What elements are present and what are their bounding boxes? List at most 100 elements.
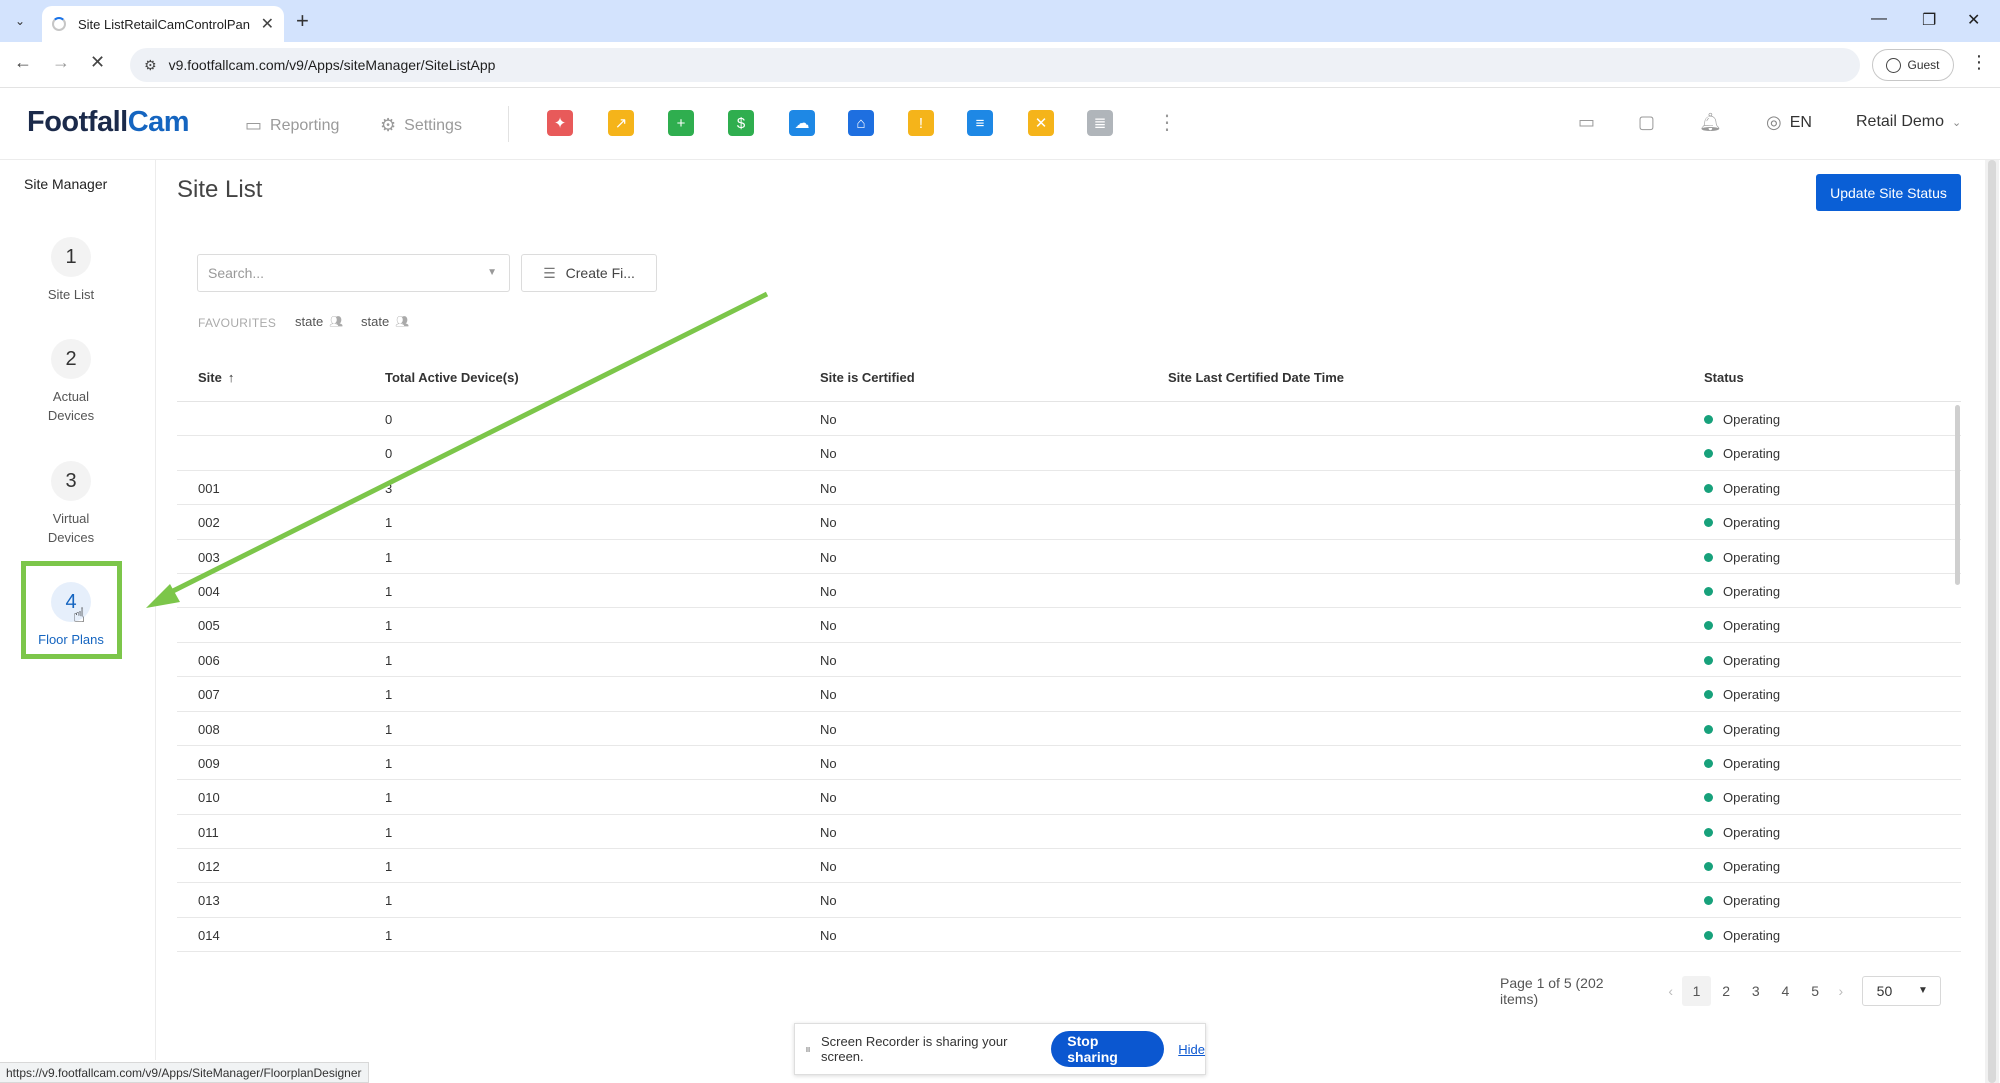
table-row[interactable]: 011 1 No Operating bbox=[177, 815, 1961, 850]
sort-ascending-icon[interactable]: ↑ bbox=[228, 370, 235, 385]
table-row[interactable]: 0 No Operating bbox=[177, 436, 1961, 471]
hand-cursor-icon: ☝ bbox=[73, 605, 86, 627]
page-button[interactable]: 3 bbox=[1741, 976, 1771, 1006]
close-window-button[interactable]: ✕ bbox=[1967, 10, 1980, 30]
cell-total-active-devices: 3 bbox=[385, 480, 393, 496]
column-status[interactable]: Status bbox=[1704, 370, 1744, 385]
favourite-chip[interactable]: state 👥︎ bbox=[295, 314, 343, 329]
cell-site-is-certified: No bbox=[820, 549, 837, 565]
table-row[interactable]: 007 1 No Operating bbox=[177, 677, 1961, 712]
table-row[interactable]: 0 No Operating bbox=[177, 402, 1961, 437]
favourite-chip[interactable]: state 👥︎ bbox=[361, 314, 409, 329]
more-apps-icon[interactable]: ⋮ bbox=[1157, 110, 1177, 135]
stop-sharing-button[interactable]: Stop sharing bbox=[1051, 1031, 1165, 1067]
bell-icon[interactable]: 🔔︎ bbox=[1699, 112, 1722, 133]
table-row[interactable]: 014 1 No Operating bbox=[177, 918, 1961, 953]
search-input[interactable]: Search... ▼ bbox=[197, 254, 510, 292]
table-row[interactable]: 008 1 No Operating bbox=[177, 712, 1961, 746]
loading-spinner-icon bbox=[52, 17, 66, 31]
column-site-is-certified[interactable]: Site is Certified bbox=[820, 370, 915, 385]
restore-button[interactable]: ❐ bbox=[1922, 10, 1936, 30]
table-row[interactable]: 009 1 No Operating bbox=[177, 746, 1961, 781]
chat-icon[interactable]: ▢ bbox=[1638, 112, 1655, 133]
user-menu[interactable]: Retail Demo ⌄ bbox=[1856, 113, 1961, 131]
cell-total-active-devices: 1 bbox=[385, 583, 393, 599]
calendar-icon: ▭ bbox=[245, 115, 263, 135]
table-row[interactable]: 013 1 No Operating bbox=[177, 883, 1961, 918]
table-row[interactable]: 004 1 No Operating bbox=[177, 574, 1961, 609]
forward-icon[interactable]: → bbox=[52, 52, 70, 73]
drag-handle-icon[interactable]: ⏸ bbox=[805, 1042, 811, 1057]
cell-total-active-devices: 1 bbox=[385, 687, 393, 703]
page-button[interactable]: 1 bbox=[1681, 976, 1712, 1006]
browser-menu-icon[interactable]: ⋮ bbox=[1970, 52, 1988, 73]
table-scrollbar[interactable] bbox=[1955, 405, 1960, 585]
profile-button[interactable]: Guest bbox=[1872, 49, 1954, 81]
address-url[interactable]: v9.footfallcam.com/v9/Apps/siteManager/S… bbox=[169, 57, 496, 73]
footfallcam-logo[interactable]: FootfallCam bbox=[27, 106, 190, 139]
cell-site: 006 bbox=[198, 652, 220, 668]
calendar-add-icon[interactable]: + bbox=[668, 110, 694, 136]
cell-status: Operating bbox=[1704, 825, 1780, 840]
table-row[interactable]: 005 1 No Operating bbox=[177, 608, 1961, 643]
new-tab-button[interactable]: + bbox=[296, 8, 309, 34]
page-button[interactable]: 5 bbox=[1800, 976, 1830, 1006]
home-icon[interactable]: ⌂ bbox=[848, 110, 874, 136]
back-icon[interactable]: ← bbox=[14, 52, 32, 73]
sidebar-item-site-list[interactable]: 1 Site List bbox=[0, 237, 142, 304]
page-button[interactable]: 2 bbox=[1711, 976, 1741, 1006]
site-info-icon[interactable]: ⚙ bbox=[144, 57, 157, 74]
status-dot-icon bbox=[1704, 862, 1713, 872]
status-text: Operating bbox=[1723, 859, 1781, 875]
status-dot-icon bbox=[1704, 930, 1713, 940]
cell-site-is-certified: No bbox=[820, 927, 837, 943]
page-button[interactable]: 4 bbox=[1771, 976, 1801, 1006]
sidebar-item-virtual-devices[interactable]: 3 Virtual Devices bbox=[0, 461, 142, 547]
column-site-last-certified[interactable]: Site Last Certified Date Time bbox=[1168, 370, 1344, 385]
menu-reporting[interactable]: ▭ Reporting bbox=[245, 115, 339, 136]
status-text: Operating bbox=[1723, 721, 1781, 737]
column-site[interactable]: Site ↑ bbox=[198, 370, 234, 385]
address-bar[interactable]: ⚙ v9.footfallcam.com/v9/Apps/siteManager… bbox=[130, 48, 1860, 82]
table-row[interactable]: 002 1 No Operating bbox=[177, 505, 1961, 540]
browser-toolbar: ← → ✕ ⚙ v9.footfallcam.com/v9/Apps/siteM… bbox=[0, 42, 2000, 88]
page-size-select[interactable]: 50 ▼ bbox=[1861, 976, 1941, 1006]
gift-icon[interactable]: ✦ bbox=[547, 110, 573, 136]
status-dot-icon bbox=[1704, 518, 1713, 528]
table-row[interactable]: 001 3 No Operating bbox=[177, 471, 1961, 506]
prev-page-icon[interactable]: ‹ bbox=[1660, 983, 1682, 999]
stop-loading-icon[interactable]: ✕ bbox=[90, 52, 105, 73]
page-scrollbar[interactable] bbox=[1985, 160, 1999, 1083]
table-row[interactable]: 012 1 No Operating bbox=[177, 849, 1961, 884]
table-row[interactable]: 003 1 No Operating bbox=[177, 540, 1961, 574]
pagination: Page 1 of 5 (202 items) ‹ 1 2 3 4 5 › 50… bbox=[1500, 975, 1941, 1007]
ticket-icon[interactable]: ▭ bbox=[1578, 112, 1595, 133]
hide-link[interactable]: Hide bbox=[1178, 1042, 1205, 1057]
sidebar-item-actual-devices[interactable]: 2 Actual Devices bbox=[0, 339, 142, 425]
tab-close-icon[interactable]: ✕ bbox=[261, 14, 274, 34]
weather-icon[interactable]: ☁ bbox=[789, 110, 815, 136]
table-row[interactable]: 010 1 No Operating bbox=[177, 780, 1961, 815]
chevron-down-icon[interactable]: ▼ bbox=[487, 267, 497, 278]
status-dot-icon bbox=[1704, 896, 1713, 906]
money-icon[interactable]: $ bbox=[728, 110, 754, 136]
alert-note-icon[interactable]: ! bbox=[908, 110, 934, 136]
update-site-status-button[interactable]: Update Site Status bbox=[1816, 174, 1961, 211]
storage-icon[interactable]: ≣ bbox=[1087, 110, 1113, 136]
table-row[interactable]: 006 1 No Operating bbox=[177, 643, 1961, 678]
tools-icon[interactable]: ✕ bbox=[1028, 110, 1054, 136]
filter-icon: ☰ bbox=[543, 264, 556, 281]
create-filter-button[interactable]: ☰ Create Fi... bbox=[521, 254, 657, 292]
cell-total-active-devices: 1 bbox=[385, 755, 393, 771]
minimize-button[interactable]: — bbox=[1871, 10, 1887, 28]
chart-up-icon[interactable]: ↗ bbox=[608, 110, 634, 136]
menu-settings[interactable]: ⚙ Settings bbox=[380, 115, 462, 136]
database-icon[interactable]: ≡ bbox=[967, 110, 993, 136]
tab-list-button[interactable]: ⌄ bbox=[8, 9, 32, 33]
language-selector[interactable]: ◎ EN bbox=[1766, 112, 1812, 133]
highlight-box bbox=[21, 561, 122, 659]
cell-total-active-devices: 1 bbox=[385, 859, 393, 875]
column-total-active-devices[interactable]: Total Active Device(s) bbox=[385, 370, 519, 385]
next-page-icon[interactable]: › bbox=[1830, 983, 1852, 999]
browser-tab-active[interactable]: Site ListRetailCamControlPanel ✕ bbox=[42, 6, 284, 42]
